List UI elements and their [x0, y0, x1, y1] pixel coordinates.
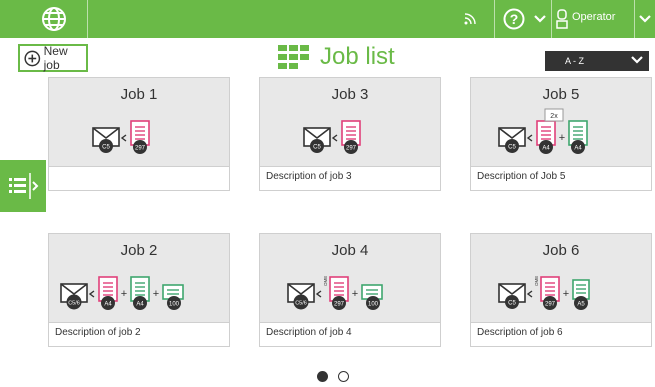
plus-circle-icon	[24, 50, 41, 66]
sort-dropdown[interactable]: A - Z	[545, 51, 649, 71]
list-expand-icon	[9, 173, 39, 199]
job-card[interactable]: Job 6 C5 OME 297 + A5 Description of job…	[470, 233, 652, 347]
wifi-signal-icon	[455, 0, 485, 38]
insert-arrow-icon	[120, 134, 127, 142]
multiplier-label: 2x	[550, 113, 558, 120]
divider	[260, 322, 440, 323]
svg-text:A4: A4	[104, 302, 112, 308]
job-name: Job 6	[542, 242, 580, 259]
operator-label[interactable]: Operator	[572, 11, 615, 23]
divider	[471, 166, 651, 167]
svg-text:+: +	[563, 288, 569, 300]
job-description: Description of job 2	[55, 327, 141, 338]
job-config-icons: C5 297	[260, 116, 440, 158]
svg-text:C5: C5	[313, 145, 321, 151]
divider	[471, 322, 651, 323]
new-job-label: New job	[43, 44, 68, 72]
svg-text:100: 100	[368, 302, 379, 308]
help-icon: ?	[503, 8, 525, 30]
page-title: Job list	[320, 43, 395, 70]
envelope-size-label: C5	[102, 145, 110, 151]
help-button[interactable]: ?	[497, 0, 531, 38]
svg-text:+: +	[153, 288, 159, 300]
divider	[49, 322, 229, 323]
user-icon	[552, 0, 572, 38]
job-name: Job 2	[120, 242, 158, 259]
job-description: Description of job 4	[266, 327, 352, 338]
svg-text:+: +	[121, 288, 127, 300]
page-dot[interactable]	[338, 371, 349, 382]
divider	[494, 0, 495, 38]
svg-text:C5: C5	[508, 301, 516, 307]
svg-text:OME: OME	[534, 276, 539, 286]
job-description: Description of job 3	[266, 171, 352, 182]
divider	[260, 166, 440, 167]
home-button[interactable]	[20, 0, 88, 38]
side-panel-toggle[interactable]	[0, 160, 46, 212]
pagination	[317, 371, 349, 382]
job-name: Job 5	[542, 86, 580, 103]
job-config-icons: C5 OME 297 + A5	[471, 272, 651, 314]
job-card[interactable]: Job 4 C5/6 OME 297 + 100 Description of …	[259, 233, 441, 347]
divider	[634, 0, 635, 38]
divider	[49, 166, 229, 167]
chevron-down-icon	[534, 15, 546, 23]
svg-text:297: 297	[545, 302, 556, 308]
svg-text:?: ?	[510, 11, 519, 27]
svg-text:A5: A5	[577, 302, 585, 308]
job-card[interactable]: Job 3 C5 297 Description of job 3	[259, 77, 441, 191]
globe-logo-icon	[41, 7, 66, 31]
new-job-button[interactable]: New job	[18, 44, 88, 72]
plus-icon: +	[559, 132, 565, 144]
svg-text:A4: A4	[574, 146, 582, 152]
page-dot-active[interactable]	[317, 371, 328, 382]
job-name: Job 4	[331, 242, 369, 259]
job-config-icons: C5/6 OME 297 + 100	[260, 272, 440, 314]
help-menu-button[interactable]	[531, 0, 549, 38]
job-description: Description of Job 5	[477, 171, 566, 182]
top-bar: ? Operator	[0, 0, 655, 38]
svg-text:A4: A4	[542, 146, 550, 152]
grid-list-icon	[278, 45, 310, 74]
job-config-icons: C5/6 A4 + A4 + 100	[49, 272, 229, 314]
job-card[interactable]: Job 2 C5/6 A4 + A4 + 100 Description of …	[48, 233, 230, 347]
svg-text:OME: OME	[323, 276, 328, 286]
chevron-down-icon	[631, 56, 643, 64]
svg-text:+: +	[352, 288, 358, 300]
chevron-down-icon	[639, 15, 651, 23]
document-size-label: 297	[135, 146, 146, 152]
svg-text:297: 297	[346, 146, 357, 152]
job-description: Description of job 6	[477, 327, 563, 338]
svg-text:A4: A4	[136, 302, 144, 308]
svg-text:C5/6: C5/6	[68, 301, 80, 307]
job-name: Job 3	[331, 86, 369, 103]
svg-text:C5/6: C5/6	[295, 301, 307, 307]
job-config-icons: C5 297	[49, 116, 229, 158]
job-name: Job 1	[120, 86, 158, 103]
svg-text:100: 100	[169, 302, 180, 308]
job-card[interactable]: Job 5 C5 A4 2x + A4 Description of Job 5	[470, 77, 652, 191]
svg-text:C5: C5	[508, 145, 516, 151]
job-config-icons: C5 A4 2x + A4	[471, 108, 651, 160]
user-menu-button[interactable]	[636, 0, 654, 38]
job-card[interactable]: Job 1 C5 297	[48, 77, 230, 191]
sort-value: A - Z	[565, 56, 585, 66]
svg-text:297: 297	[334, 302, 345, 308]
